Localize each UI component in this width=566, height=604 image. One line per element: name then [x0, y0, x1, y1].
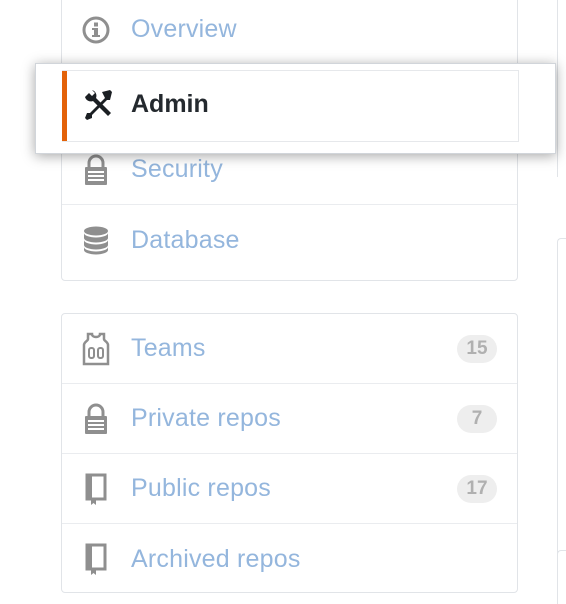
nav-item-label: Archived repos — [131, 544, 301, 573]
jersey-icon — [80, 332, 112, 365]
nav-item-label: Private repos — [131, 404, 281, 432]
nav-item-label: Security — [131, 155, 223, 183]
selected-indicator — [62, 71, 67, 141]
nav-item-overview[interactable]: Overview — [62, 0, 517, 65]
count-badge: 7 — [457, 404, 497, 433]
nav-item-teams[interactable]: Teams 15 — [62, 314, 517, 384]
count-badge: 17 — [457, 474, 497, 503]
content-panel-edge — [557, 550, 566, 604]
nav-item-label: Public repos — [131, 474, 271, 502]
divider — [62, 141, 519, 142]
nav-item-database[interactable]: Database — [62, 205, 517, 275]
nav-item-private-repos[interactable]: Private repos 7 — [62, 384, 517, 454]
nav-item-public-repos[interactable]: Public repos 17 — [62, 454, 517, 524]
count-badge: 15 — [457, 334, 497, 363]
content-panel-edge — [557, 0, 566, 177]
divider — [518, 70, 519, 142]
lock-icon — [80, 154, 112, 186]
divider — [62, 70, 519, 71]
database-icon — [80, 224, 112, 256]
nav-item-label: Admin — [131, 90, 209, 118]
nav-item-archived-repos[interactable]: Archived repos — [62, 524, 517, 594]
repo-icon — [80, 543, 112, 575]
nav-item-admin[interactable]: Admin — [35, 63, 556, 154]
nav-item-label: Database — [131, 225, 240, 254]
info-icon — [80, 14, 112, 46]
secondary-nav-panel: Teams 15 Private repos 7 Public repos 17… — [61, 313, 518, 593]
nav-item-label: Teams — [131, 334, 206, 362]
repo-icon — [80, 473, 112, 505]
admin-sidebar: Overview Security Database Teams 15 Priv… — [0, 0, 566, 604]
nav-item-label: Overview — [131, 15, 237, 43]
lock-icon — [80, 403, 112, 435]
tools-icon — [80, 88, 114, 122]
